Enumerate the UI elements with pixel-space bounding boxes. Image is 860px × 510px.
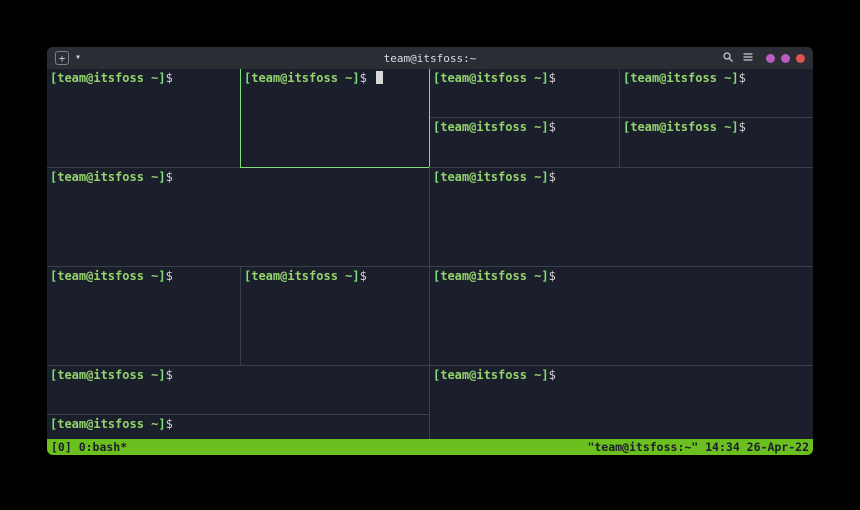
tmux-pane-active[interactable]: [team@itsfoss ~]$ bbox=[241, 69, 429, 167]
tmux-status-left: [0] 0:bash* bbox=[51, 440, 127, 454]
tmux-divider bbox=[241, 167, 430, 168]
search-icon[interactable] bbox=[722, 51, 734, 65]
tmux-pane[interactable]: [team@itsfoss ~]$ bbox=[47, 366, 429, 414]
tmux-pane[interactable]: [team@itsfoss ~]$ bbox=[430, 366, 813, 439]
tmux-status-right: "team@itsfoss:~" 14:34 26-Apr-22 bbox=[587, 440, 809, 454]
tmux-pane[interactable]: [team@itsfoss ~]$ bbox=[430, 168, 813, 266]
terminal-window: + ▾ team@itsfoss:~ bbox=[47, 47, 813, 455]
tmux-pane[interactable]: [team@itsfoss ~]$ bbox=[430, 118, 619, 167]
maximize-button[interactable] bbox=[781, 54, 790, 63]
tmux-pane[interactable]: [team@itsfoss ~]$ bbox=[47, 415, 429, 439]
tmux-divider bbox=[429, 69, 430, 167]
new-tab-button[interactable]: + bbox=[55, 51, 69, 65]
tmux-divider bbox=[430, 117, 813, 118]
tab-dropdown-icon[interactable]: ▾ bbox=[75, 53, 81, 63]
tmux-divider bbox=[47, 365, 813, 366]
hamburger-menu-icon[interactable] bbox=[742, 51, 754, 65]
text-cursor bbox=[376, 71, 383, 84]
tmux-pane[interactable]: [team@itsfoss ~]$ bbox=[47, 69, 240, 167]
tmux-pane[interactable]: [team@itsfoss ~]$ bbox=[620, 69, 813, 117]
close-button[interactable] bbox=[796, 54, 805, 63]
tmux-divider bbox=[240, 267, 241, 365]
window-title: team@itsfoss:~ bbox=[384, 52, 477, 65]
tmux-pane[interactable]: [team@itsfoss ~]$ bbox=[430, 69, 619, 117]
tmux-pane[interactable]: [team@itsfoss ~]$ bbox=[241, 267, 429, 365]
minimize-button[interactable] bbox=[766, 54, 775, 63]
tmux-status-bar: [0] 0:bash* "team@itsfoss:~" 14:34 26-Ap… bbox=[47, 439, 813, 455]
tmux-divider bbox=[47, 266, 813, 267]
tmux-pane-area[interactable]: [team@itsfoss ~]$ [team@itsfoss ~]$ [tea… bbox=[47, 69, 813, 439]
tmux-pane[interactable]: [team@itsfoss ~]$ bbox=[620, 118, 813, 167]
tmux-divider bbox=[47, 167, 813, 168]
tmux-divider bbox=[240, 69, 241, 168]
tmux-divider bbox=[619, 69, 620, 167]
titlebar: + ▾ team@itsfoss:~ bbox=[47, 47, 813, 69]
tmux-divider bbox=[47, 414, 429, 415]
tmux-pane[interactable]: [team@itsfoss ~]$ bbox=[430, 267, 813, 365]
tmux-pane[interactable]: [team@itsfoss ~]$ bbox=[47, 267, 240, 365]
tmux-pane[interactable]: [team@itsfoss ~]$ bbox=[47, 168, 429, 266]
